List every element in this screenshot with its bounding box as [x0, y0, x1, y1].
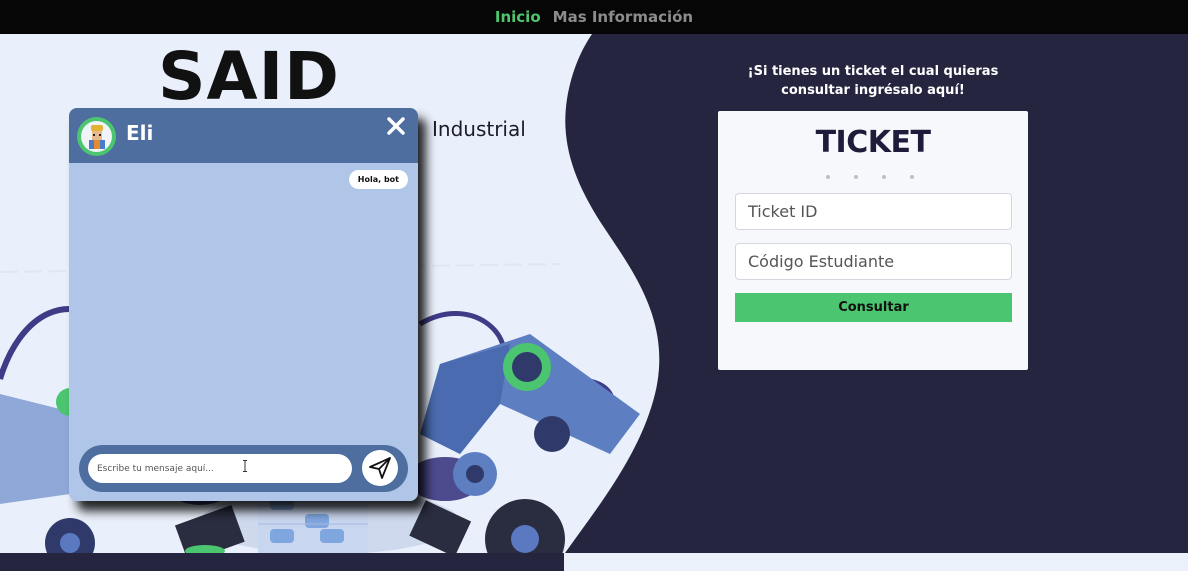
consultar-button[interactable]: Consultar: [735, 293, 1012, 322]
student-code-input[interactable]: [735, 243, 1012, 280]
chat-header: Eli: [69, 108, 418, 163]
ticket-id-input[interactable]: [735, 193, 1012, 230]
close-icon[interactable]: [384, 114, 408, 138]
send-button[interactable]: [362, 450, 398, 486]
nav-link-inicio[interactable]: Inicio: [495, 8, 541, 26]
chatbot-window: Eli Hola, bot: [69, 108, 418, 501]
dot: [854, 175, 858, 179]
text-cursor-icon: [243, 460, 247, 472]
top-nav: Inicio Mas Información: [0, 0, 1188, 34]
brand-subtitle: Industrial: [432, 117, 526, 141]
chat-message-input[interactable]: [88, 454, 352, 483]
dot: [882, 175, 886, 179]
bot-name: Eli: [126, 121, 154, 145]
bot-avatar: [77, 117, 116, 156]
dot: [910, 175, 914, 179]
bot-avatar-icon: [81, 121, 112, 152]
ticket-prompt: ¡Si tienes un ticket el cual quieras con…: [747, 64, 999, 98]
chat-input-bar: [79, 445, 408, 492]
ticket-form-card: TICKET Consultar: [718, 111, 1028, 370]
nav-link-mas-informacion[interactable]: Mas Información: [553, 8, 693, 26]
send-icon: [369, 457, 391, 479]
footer-strip-dark: [0, 553, 564, 571]
ticket-heading: TICKET: [815, 125, 931, 160]
brand-title: SAID: [158, 38, 340, 115]
footer-strip-light: [564, 553, 1188, 571]
decorative-dots: [826, 175, 914, 179]
chat-message-user: Hola, bot: [348, 170, 408, 189]
hero-section: SAID Industrial ¡Si tienes un ticket el …: [0, 34, 1188, 553]
dot: [826, 175, 830, 179]
